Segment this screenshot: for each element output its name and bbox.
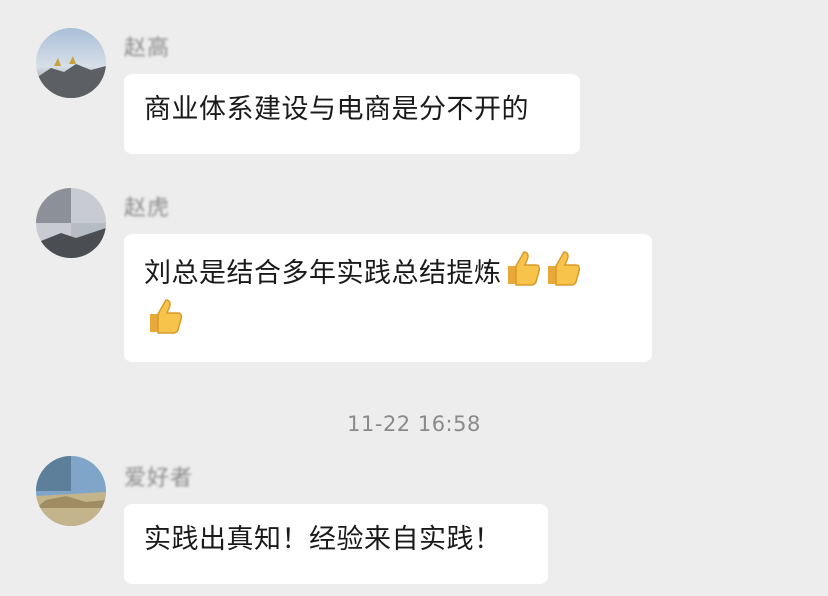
message-text: 实践出真知！经验来自实践！ — [144, 524, 502, 555]
avatar[interactable] — [36, 456, 106, 526]
avatar[interactable] — [36, 28, 106, 98]
message-text: 刘总是结合多年实践总结提炼 — [144, 258, 502, 289]
timestamp: 11-22 16:58 — [347, 412, 481, 436]
thumbs-up-icon — [502, 248, 542, 288]
sender-name: 赵虎 — [124, 196, 171, 221]
thumbs-up-icon — [542, 248, 582, 288]
sender-name: 赵高 — [124, 36, 171, 61]
message-bubble[interactable]: 刘总是结合多年实践总结提炼 — [124, 234, 652, 362]
sender-name: 爱好者 — [124, 466, 194, 491]
message-text: 商业体系建设与电商是分不开的 — [144, 94, 529, 125]
message-bubble[interactable]: 商业体系建设与电商是分不开的 — [124, 74, 580, 154]
thumbs-up-icon — [144, 296, 184, 336]
message-bubble[interactable]: 实践出真知！经验来自实践！ — [124, 504, 548, 584]
avatar[interactable] — [36, 188, 106, 258]
chat-message: 赵高 商业体系建设与电商是分不开的 — [0, 0, 828, 160]
